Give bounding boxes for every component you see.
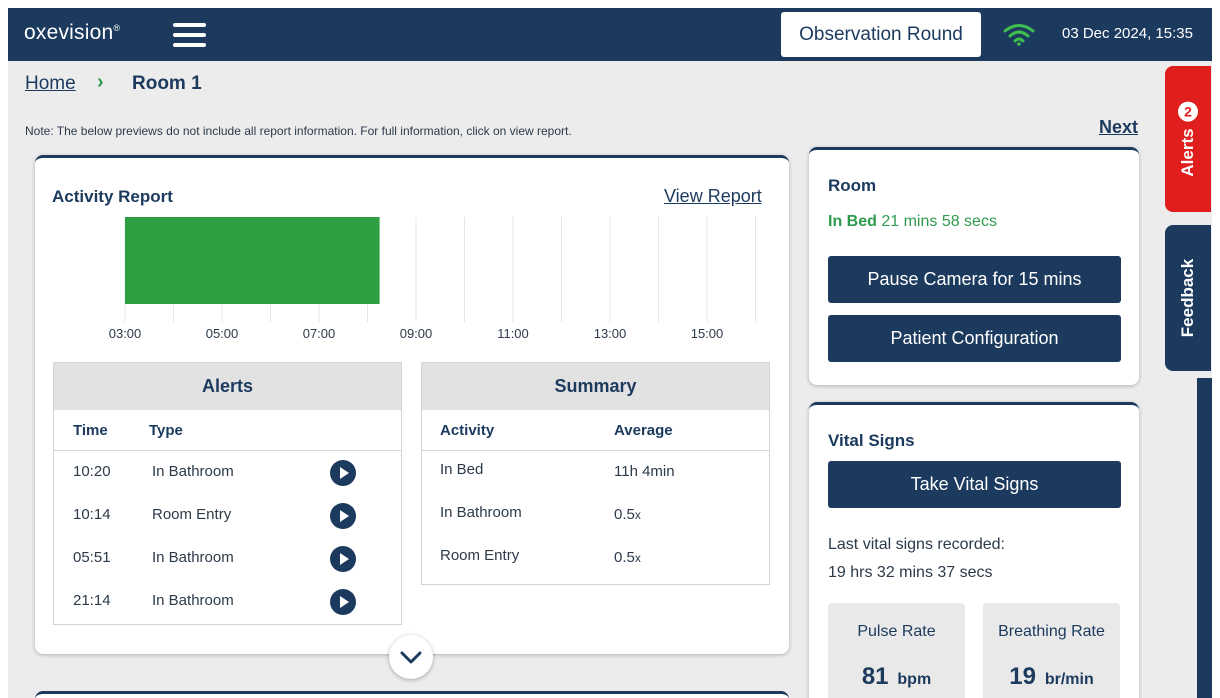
datetime: 03 Dec 2024, 15:35 [1062, 25, 1193, 42]
table-row: 10:14 Room Entry [54, 494, 401, 537]
alerts-table-title: Alerts [54, 363, 401, 410]
breadcrumb-home[interactable]: Home [25, 73, 76, 95]
alert-type: In Bathroom [152, 463, 234, 480]
alert-type: In Bathroom [152, 592, 234, 609]
column-header-activity: Activity [440, 422, 495, 439]
menu-icon[interactable] [173, 23, 206, 47]
feedback-tab[interactable]: Feedback [1165, 225, 1211, 371]
alert-type: In Bathroom [152, 549, 234, 566]
alerts-tab-label: Alerts2 [1178, 101, 1198, 177]
chevron-right-icon: › [97, 71, 104, 93]
play-icon[interactable] [330, 460, 356, 486]
pulse-rate-value: 81 bpm [861, 663, 932, 690]
expand-button[interactable] [389, 635, 433, 679]
alert-time: 21:14 [73, 592, 111, 609]
next-link[interactable]: Next [1099, 117, 1138, 138]
alerts-tab[interactable]: Alerts2 [1165, 66, 1211, 212]
table-row: 05:51 In Bathroom [54, 537, 401, 580]
alert-time: 10:20 [73, 463, 111, 480]
play-icon[interactable] [330, 546, 356, 572]
chart-tick-label: 09:00 [400, 326, 433, 341]
alerts-table-header: Time Type [54, 410, 401, 451]
column-header-time: Time [73, 422, 108, 439]
preview-note: Note: The below previews do not include … [25, 124, 572, 138]
breathing-rate-label: Breathing Rate [998, 623, 1105, 640]
summary-table-title: Summary [422, 363, 769, 410]
feedback-tab-label: Feedback [1178, 258, 1197, 338]
breadcrumb-current: Room 1 [132, 73, 202, 94]
table-row: 21:14 In Bathroom [54, 580, 401, 623]
summary-average: 0.5x [614, 549, 641, 566]
table-row: In Bed 11h 4min [422, 451, 769, 494]
alerts-table: Alerts Time Type 10:20 In Bathroom 10:14… [53, 362, 402, 625]
table-row: 10:20 In Bathroom [54, 451, 401, 494]
chevron-down-icon [400, 651, 422, 664]
room-status: In Bed 21 mins 58 secs [828, 213, 997, 230]
summary-average: 11h 4min [614, 463, 675, 480]
summary-activity: In Bed [440, 461, 484, 478]
vital-signs-card: Vital Signs Take Vital Signs Last vital … [809, 402, 1139, 698]
last-recorded-label: Last vital signs recorded: [828, 536, 1005, 553]
vital-signs-title: Vital Signs [828, 431, 915, 450]
play-icon[interactable] [330, 589, 356, 615]
chart-tick-label: 03:00 [109, 326, 142, 341]
summary-activity: Room Entry [440, 547, 520, 564]
patient-configuration-button[interactable]: Patient Configuration [828, 315, 1121, 362]
activity-report-card: Activity Report View Report 03:00 05:00 07… [35, 155, 789, 679]
observation-round-button[interactable]: Observation Round [781, 12, 981, 57]
chart-tick-label: 05:00 [206, 326, 239, 341]
table-row: Room Entry 0.5x [422, 537, 769, 580]
alert-type: Room Entry [152, 506, 232, 523]
chart-tick-label: 13:00 [594, 326, 627, 341]
breathing-rate-value: 19 br/min [1009, 663, 1094, 690]
activity-chart: 03:00 05:00 07:00 09:00 11:00 13:00 15:00 [109, 217, 756, 341]
column-header-average: Average [614, 422, 673, 439]
chart-tick-label: 07:00 [303, 326, 336, 341]
pause-camera-button[interactable]: Pause Camera for 15 mins [828, 256, 1121, 303]
room-title: Room [828, 176, 877, 195]
pulse-rate-label: Pulse Rate [857, 623, 936, 640]
app-frame: oxevision® Observation Round 03 Dec 2024… [8, 8, 1212, 698]
wifi-icon [1003, 24, 1035, 46]
pulse-rate-box: Pulse Rate 81 bpm [828, 603, 965, 698]
next-card-partial [35, 691, 789, 698]
column-header-type: Type [149, 422, 183, 439]
summary-average: 0.5x [614, 506, 641, 523]
summary-table-header: Activity Average [422, 410, 769, 451]
chart-tick-label: 11:00 [497, 326, 529, 341]
last-recorded-value: 19 hrs 32 mins 37 secs [828, 564, 993, 581]
breathing-rate-box: Breathing Rate 19 br/min [983, 603, 1120, 698]
logo: oxevision® [24, 21, 121, 44]
room-card: Room In Bed 21 mins 58 secs Pause Camera… [809, 147, 1139, 385]
play-icon[interactable] [330, 503, 356, 529]
alerts-count-badge: 2 [1178, 101, 1198, 122]
chart-bar [125, 217, 380, 304]
alert-time: 05:51 [73, 549, 111, 566]
scrollbar-track[interactable] [1197, 378, 1212, 698]
chart-tick-label: 15:00 [691, 326, 724, 341]
top-bar: oxevision® Observation Round 03 Dec 2024… [8, 8, 1212, 61]
summary-table: Summary Activity Average In Bed 11h 4min… [421, 362, 770, 585]
take-vital-signs-button[interactable]: Take Vital Signs [828, 461, 1121, 508]
alert-time: 10:14 [73, 506, 111, 523]
summary-activity: In Bathroom [440, 504, 522, 521]
table-row: In Bathroom 0.5x [422, 494, 769, 537]
